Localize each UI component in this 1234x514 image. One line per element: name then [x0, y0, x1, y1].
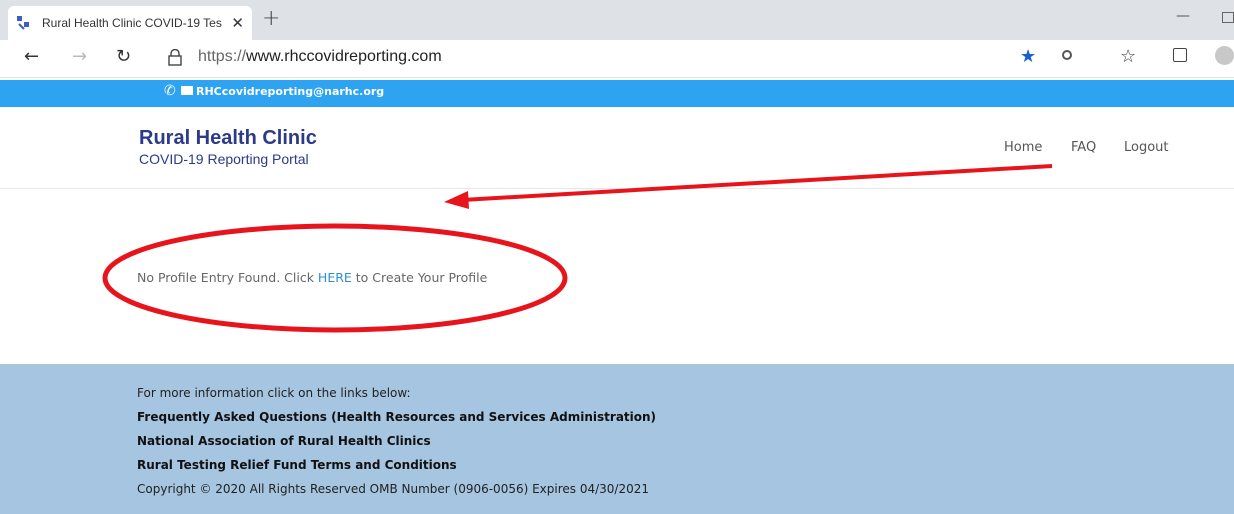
- site-header: Rural Health Clinic COVID-19 Reporting P…: [0, 107, 1234, 189]
- annotation-arrow-head: [444, 191, 469, 209]
- message-prefix: No Profile Entry Found. Click: [137, 270, 318, 285]
- url-host: www.rhccovidreporting.com: [246, 48, 442, 65]
- footer-intro: For more information click on the links …: [137, 386, 411, 400]
- contact-email[interactable]: RHCcovidreporting@narhc.org: [196, 85, 384, 98]
- tab-title: Rural Health Clinic COVID-19 Tes: [42, 16, 222, 30]
- mail-icon: [181, 86, 193, 95]
- maximize-icon[interactable]: [1222, 12, 1234, 23]
- nav-faq[interactable]: FAQ: [1071, 140, 1096, 155]
- forward-icon[interactable]: →: [72, 46, 87, 67]
- no-profile-message: No Profile Entry Found. Click HERE to Cr…: [137, 270, 487, 285]
- site-favicon-icon: [17, 16, 29, 30]
- site-logo-title[interactable]: Rural Health Clinic: [139, 127, 317, 150]
- browser-tab[interactable]: Rural Health Clinic COVID-19 Tes ✕: [8, 6, 252, 40]
- site-footer: For more information click on the links …: [0, 364, 1234, 514]
- create-profile-link[interactable]: HERE: [318, 270, 352, 285]
- favorites-icon[interactable]: ☆: [1120, 46, 1136, 67]
- nav-logout[interactable]: Logout: [1124, 140, 1169, 155]
- contact-bar: ✆ RHCcovidreporting@narhc.org: [0, 80, 1234, 107]
- lock-icon: [168, 49, 182, 66]
- phone-icon: ✆: [164, 83, 176, 99]
- minimize-icon[interactable]: —: [1176, 8, 1190, 24]
- url-scheme: https://: [198, 48, 247, 65]
- footer-link-narhc[interactable]: National Association of Rural Health Cli…: [137, 434, 431, 448]
- site-logo-subtitle: COVID-19 Reporting Portal: [139, 151, 309, 167]
- refresh-icon[interactable]: ↻: [116, 46, 131, 67]
- message-suffix: to Create Your Profile: [351, 270, 488, 285]
- browser-toolbar: ← → ↻: [0, 40, 1234, 78]
- footer-link-terms[interactable]: Rural Testing Relief Fund Terms and Cond…: [137, 458, 457, 472]
- address-bar-url[interactable]: https://www.rhccovidreporting.com: [198, 48, 442, 66]
- favorite-star-icon[interactable]: ★: [1020, 46, 1036, 67]
- nav-home[interactable]: Home: [1004, 140, 1042, 155]
- profile-icon[interactable]: [1215, 46, 1234, 65]
- close-tab-icon[interactable]: ✕: [231, 14, 244, 32]
- footer-link-hrsa-faq[interactable]: Frequently Asked Questions (Health Resou…: [137, 410, 656, 424]
- footer-copyright: Copyright © 2020 All Rights Reserved OMB…: [137, 482, 650, 496]
- collections-icon[interactable]: [1173, 48, 1187, 62]
- new-tab-button[interactable]: +: [262, 6, 280, 31]
- browser-tab-bar: Rural Health Clinic COVID-19 Tes ✕ + —: [0, 0, 1234, 40]
- extension-icon[interactable]: [1062, 50, 1072, 60]
- back-icon[interactable]: ←: [24, 46, 39, 67]
